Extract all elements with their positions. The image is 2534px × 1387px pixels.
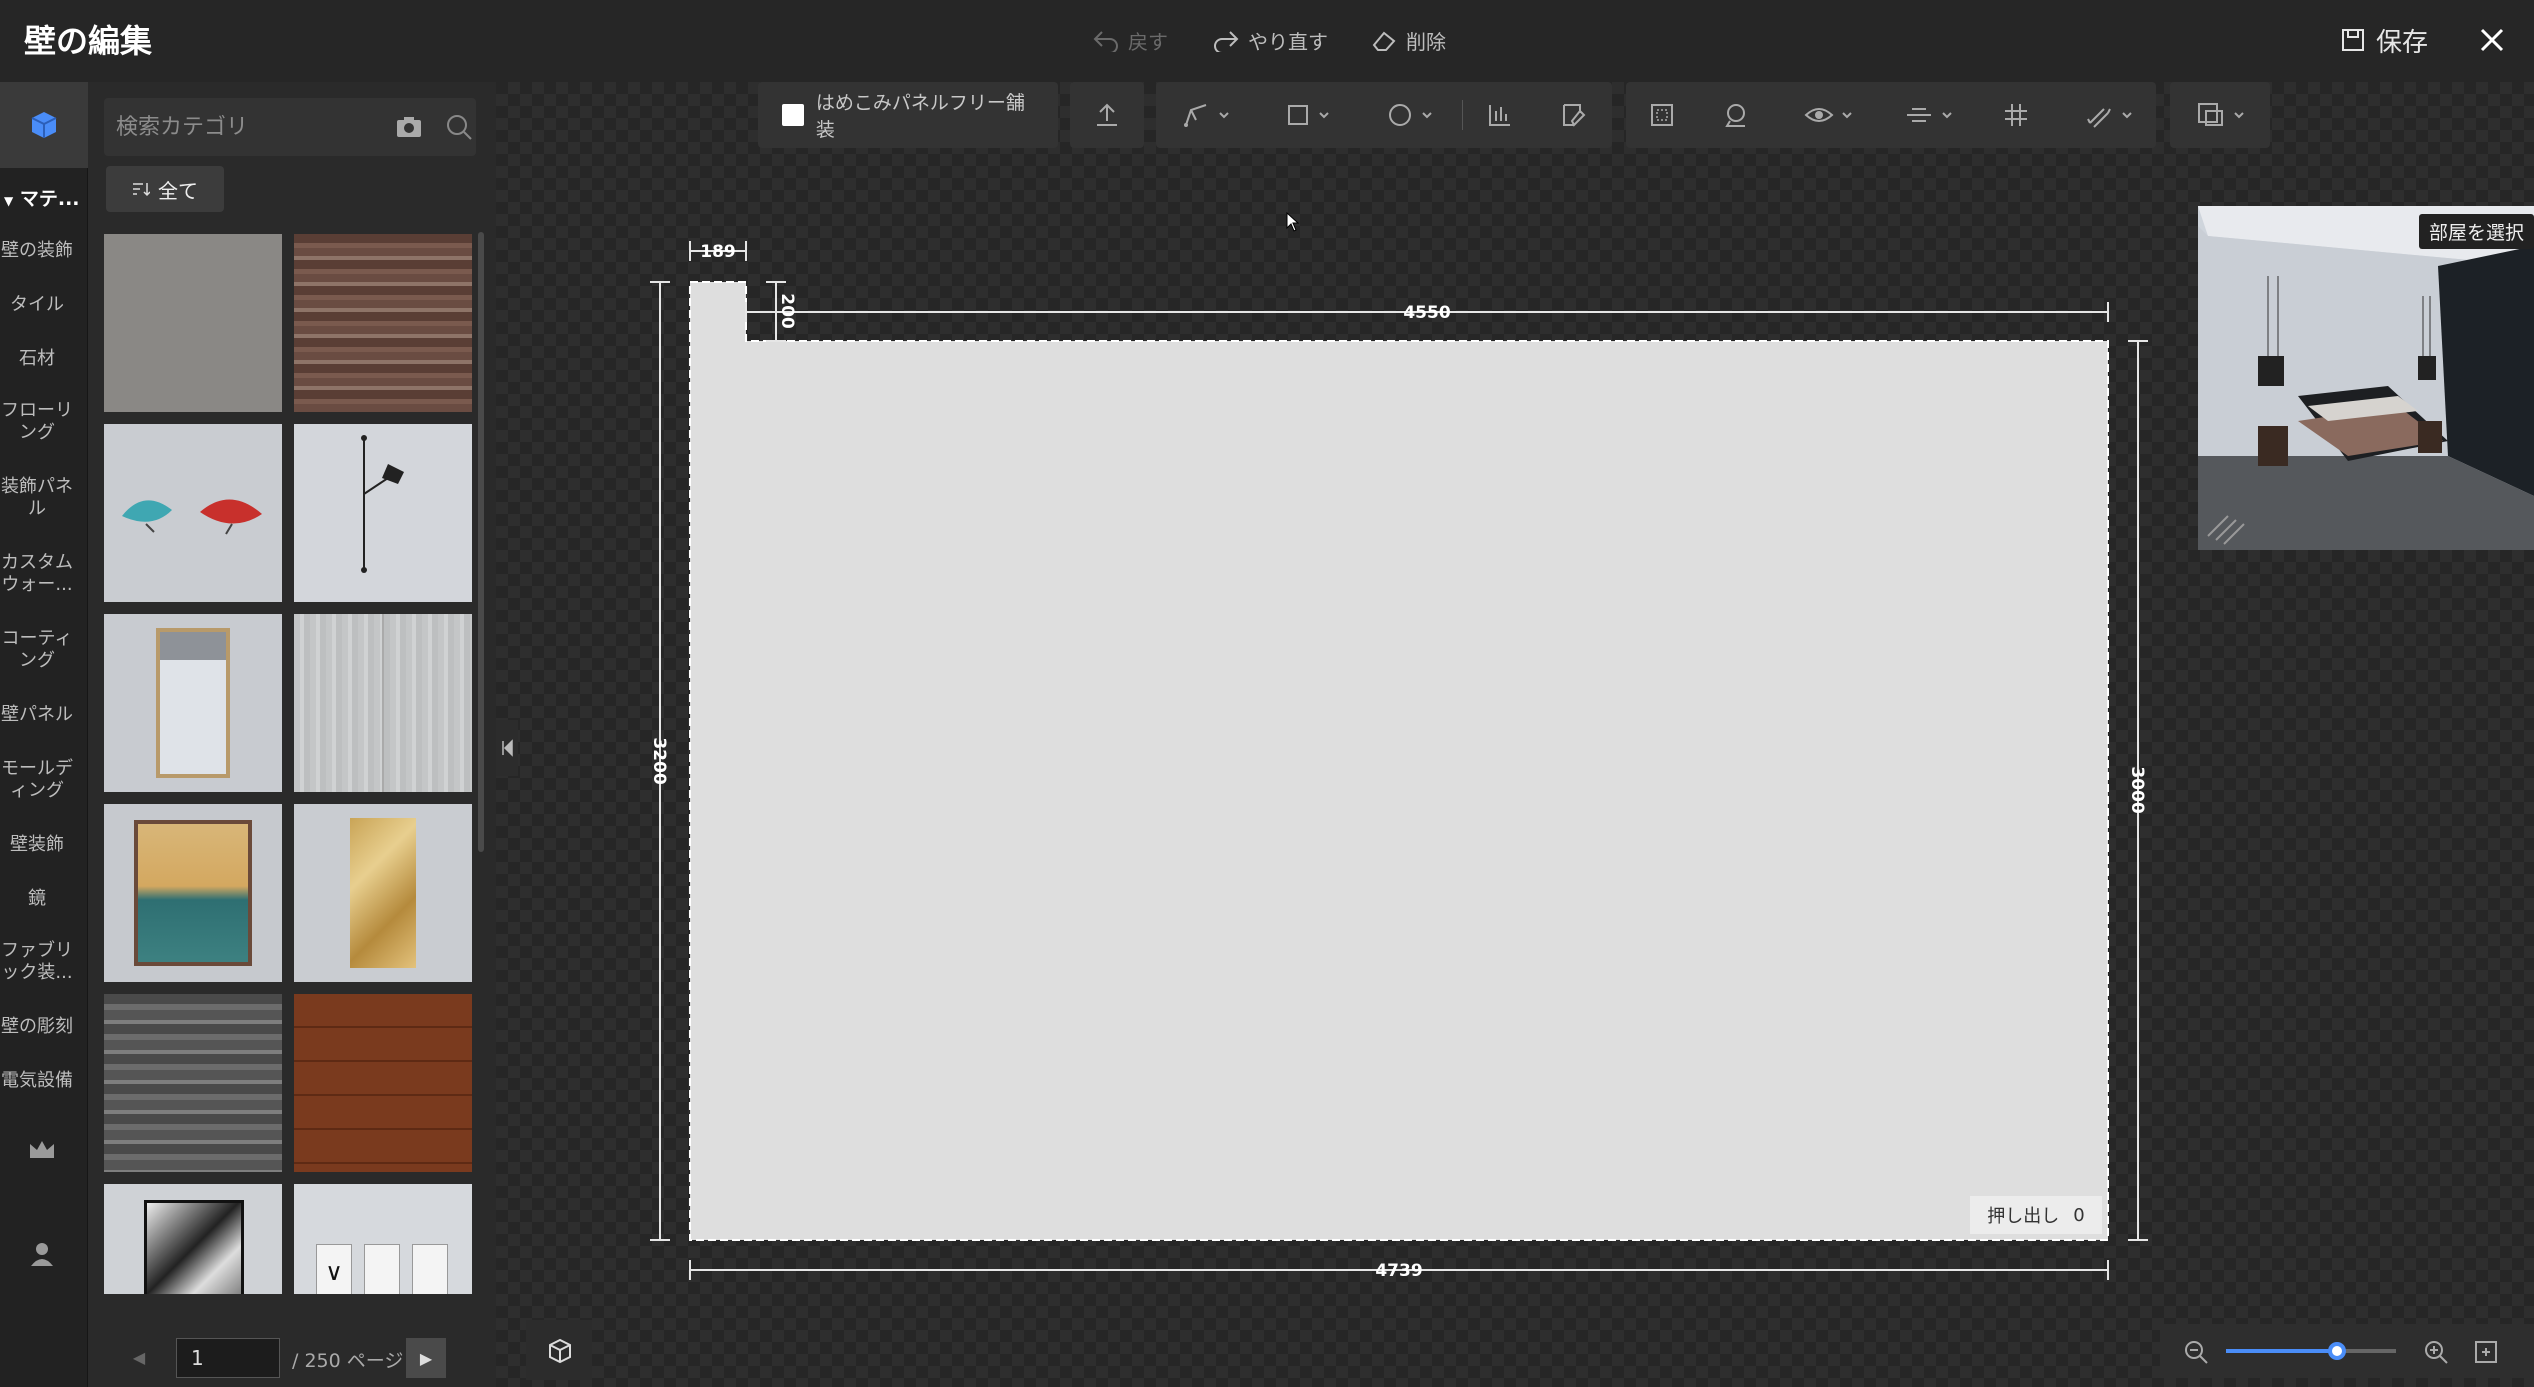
zoom-control bbox=[2160, 1324, 2534, 1378]
select-room-button[interactable]: 部屋を選択 bbox=[2418, 214, 2534, 249]
wall-shape[interactable] bbox=[689, 281, 2109, 1241]
wall-drawing[interactable]: 189 200 4550 3200 3000 4739 bbox=[0, 0, 2534, 1387]
zoom-in-icon[interactable] bbox=[2422, 1338, 2450, 1366]
dim-label-notch-width: 189 bbox=[700, 242, 736, 262]
dim-label-top-width: 4550 bbox=[1403, 303, 1450, 323]
zoom-out-icon[interactable] bbox=[2182, 1338, 2210, 1366]
dim-label-right-height: 3000 bbox=[2127, 766, 2147, 813]
bedroom-render bbox=[2198, 206, 2534, 550]
extrude-value: 0 bbox=[2073, 1204, 2085, 1226]
box-3d-icon bbox=[549, 1338, 571, 1364]
room-preview[interactable]: 部屋を選択 bbox=[2198, 206, 2534, 550]
zoom-slider-fill bbox=[2226, 1349, 2337, 1353]
extrude-field[interactable]: 押し出し 0 bbox=[1970, 1196, 2102, 1234]
dim-label-bottom-width: 4739 bbox=[1375, 1261, 1422, 1281]
fit-view-icon[interactable] bbox=[2472, 1338, 2500, 1366]
zoom-slider[interactable] bbox=[2226, 1342, 2396, 1360]
view-3d-button[interactable] bbox=[526, 1320, 592, 1380]
dim-label-left-height: 3200 bbox=[649, 737, 669, 784]
dim-label-notch-height: 200 bbox=[777, 293, 797, 329]
zoom-slider-knob[interactable] bbox=[2327, 1342, 2346, 1360]
extrude-label: 押し出し bbox=[1987, 1206, 2060, 1227]
